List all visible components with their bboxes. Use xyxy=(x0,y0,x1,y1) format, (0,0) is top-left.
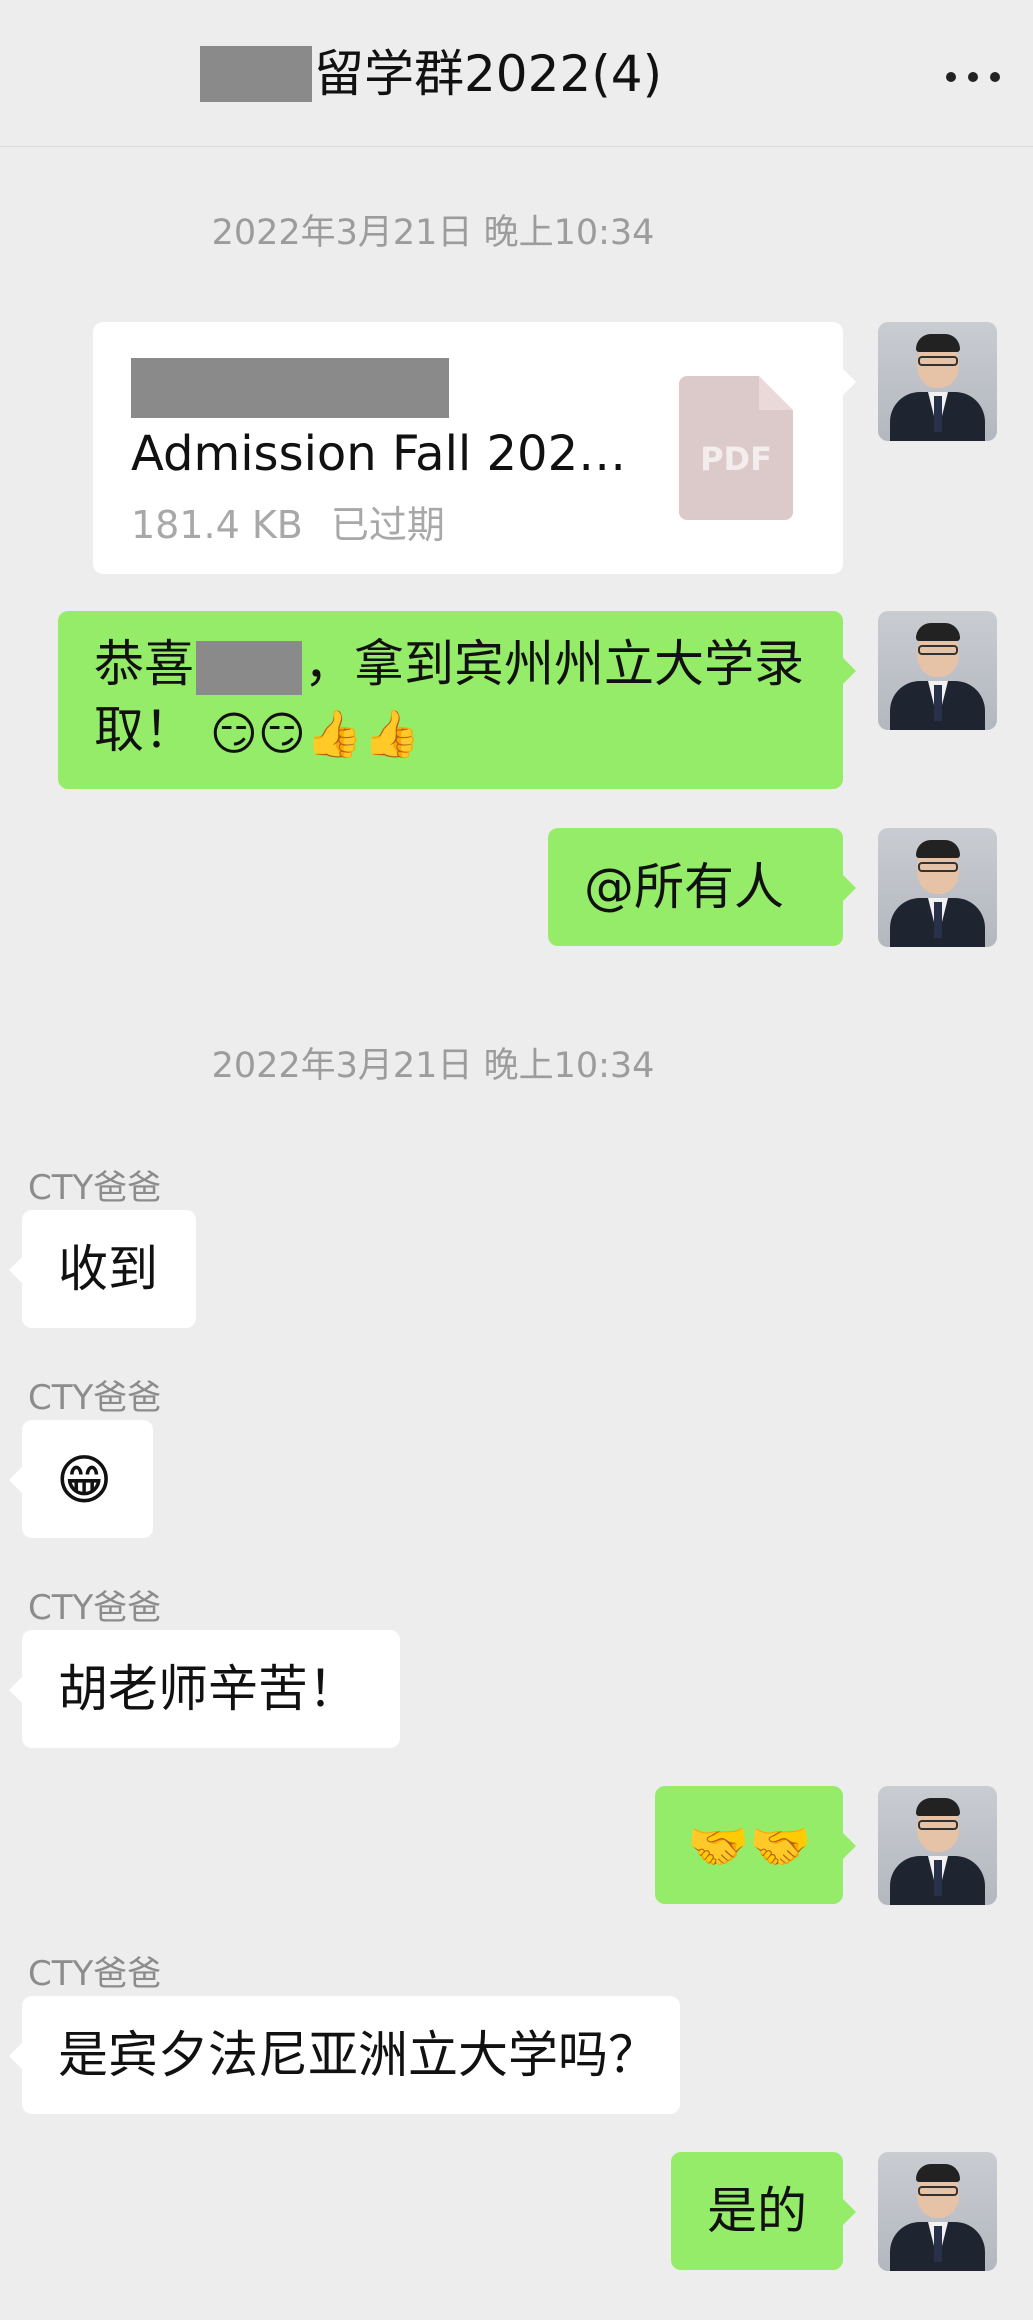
message-bubble[interactable]: 收到 xyxy=(9,1210,196,1328)
file-status: 已过期 xyxy=(330,503,445,547)
message-bubble[interactable]: 🤝🤝 xyxy=(655,1786,856,1904)
pdf-label: PDF xyxy=(700,440,772,478)
message-bubble[interactable]: @所有人 xyxy=(548,828,856,946)
file-meta: 181.4 KB 已过期 xyxy=(131,492,445,558)
message-text: 收到 xyxy=(58,1240,158,1298)
grin-emoji-icon: 😁 xyxy=(56,1448,113,1512)
more-options-icon[interactable] xyxy=(943,62,1003,92)
sender-name: CTY爸爸 xyxy=(28,1954,162,1994)
file-message[interactable]: Admission Fall 202… 181.4 KB 已过期 PDF xyxy=(93,322,856,574)
avatar[interactable] xyxy=(878,322,997,441)
avatar[interactable] xyxy=(878,2152,997,2271)
timestamp: 2022年3月21日 晚上10:34 xyxy=(211,213,655,253)
message-bubble[interactable]: 是的 xyxy=(671,2152,856,2270)
sender-name: CTY爸爸 xyxy=(28,1168,162,1208)
emoji-icon: 😏😏👍👍 xyxy=(209,706,421,761)
chat-header: 留学群2022(4) xyxy=(0,0,1033,147)
sender-name: CTY爸爸 xyxy=(28,1378,162,1418)
message-text: 是宾夕法尼亚洲立大学吗？ xyxy=(58,2026,658,2084)
file-name: Admission Fall 202… xyxy=(131,426,621,482)
sender-name: CTY爸爸 xyxy=(28,1588,162,1628)
message-text: 胡老师辛苦！ xyxy=(58,1660,358,1718)
message-bubble[interactable]: 是宾夕法尼亚洲立大学吗？ xyxy=(9,1996,680,2114)
message-bubble[interactable]: 胡老师辛苦！ xyxy=(9,1630,400,1748)
file-size: 181.4 KB xyxy=(131,503,303,547)
redacted-filename-block xyxy=(131,358,449,418)
pdf-fold-icon xyxy=(759,376,793,410)
message-bubble[interactable]: 恭喜 ，拿到宾州州立大学录取！ 😏😏👍👍 xyxy=(58,611,856,789)
avatar[interactable] xyxy=(878,828,997,947)
message-bubble[interactable]: 😁 xyxy=(9,1420,153,1538)
redacted-title-block xyxy=(200,46,312,102)
message-text: @所有人 xyxy=(584,858,784,916)
redacted-name-block xyxy=(196,640,302,695)
handshake-emoji-icon: 🤝🤝 xyxy=(687,1817,812,1876)
avatar[interactable] xyxy=(878,1786,997,1905)
message-text: 是的 xyxy=(707,2182,807,2240)
chat-title: 留学群2022(4) xyxy=(314,45,663,103)
avatar[interactable] xyxy=(878,611,997,730)
message-text: 恭喜 xyxy=(94,635,194,693)
timestamp: 2022年3月21日 晚上10:34 xyxy=(211,1046,655,1086)
